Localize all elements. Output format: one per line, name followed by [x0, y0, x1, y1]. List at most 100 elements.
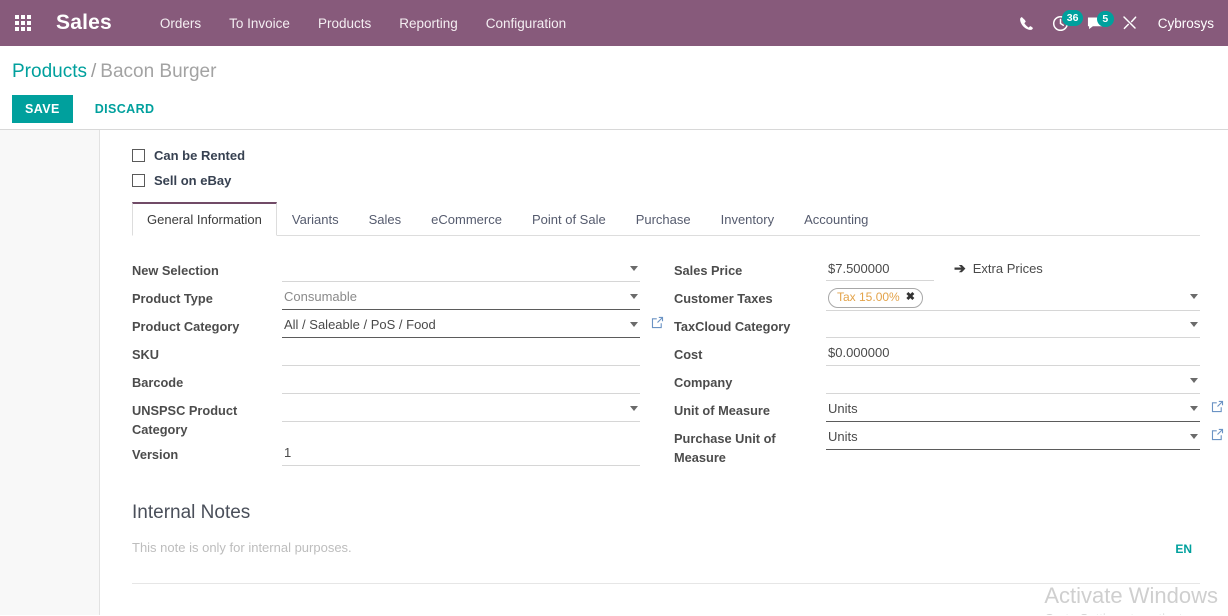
company-label: Company	[674, 368, 826, 393]
menu-item-orders[interactable]: Orders	[146, 10, 215, 37]
unit-of-measure-label: Unit of Measure	[674, 396, 826, 421]
field-row-new-selection: New Selection	[132, 256, 640, 283]
version-label: Version	[132, 440, 282, 465]
navbar-right-tools: 36 5 Cybrosys	[1019, 0, 1214, 46]
sales-price-input[interactable]: $7.500000	[826, 256, 934, 281]
messages-count-badge: 5	[1097, 11, 1114, 28]
menu-item-reporting[interactable]: Reporting	[385, 10, 472, 37]
field-row-company: Company	[674, 368, 1200, 395]
internal-notes-title: Internal Notes	[132, 502, 1200, 524]
chevron-down-icon[interactable]	[630, 406, 638, 411]
product-category-external-link-icon[interactable]	[651, 316, 664, 329]
activity-count-badge: 36	[1062, 10, 1084, 27]
tab-point-of-sale[interactable]: Point of Sale	[517, 202, 621, 236]
product-category-value: All / Saleable / PoS / Food	[284, 316, 436, 334]
save-button[interactable]: SAVE	[12, 95, 73, 123]
sku-input[interactable]	[282, 340, 640, 366]
field-row-barcode: Barcode	[132, 368, 640, 395]
tab-ecommerce[interactable]: eCommerce	[416, 202, 517, 236]
sales-price-value: $7.500000	[828, 261, 889, 276]
barcode-input[interactable]	[282, 368, 640, 394]
purchase-unit-of-measure-input[interactable]: Units	[826, 424, 1200, 450]
tax-tag-label: Tax 15.00%	[837, 290, 900, 305]
sell-on-ebay-checkbox[interactable]	[132, 174, 145, 187]
checkbox-row-can-be-rented[interactable]: Can be Rented	[132, 148, 1200, 163]
menu-item-products[interactable]: Products	[304, 10, 385, 37]
field-row-product-type: Product Type Consumable	[132, 284, 640, 311]
page-body: Can be Rented Sell on eBay General Infor…	[0, 130, 1228, 615]
tab-sales[interactable]: Sales	[354, 202, 417, 236]
phone-icon[interactable]	[1019, 16, 1034, 31]
tab-purchase[interactable]: Purchase	[621, 202, 706, 236]
tax-tag[interactable]: Tax 15.00% ✖	[828, 288, 923, 308]
wrench-tools-icon[interactable]	[1122, 15, 1138, 31]
customer-taxes-input[interactable]: Tax 15.00% ✖	[826, 284, 1200, 311]
cost-label: Cost	[674, 340, 826, 365]
can-be-rented-label: Can be Rented	[154, 148, 245, 163]
sales-price-label: Sales Price	[674, 256, 826, 281]
tax-tag-remove-icon[interactable]: ✖	[906, 290, 915, 305]
tab-inventory[interactable]: Inventory	[706, 202, 789, 236]
company-input[interactable]	[826, 368, 1200, 394]
field-row-product-category: Product Category All / Saleable / PoS / …	[132, 312, 640, 339]
field-row-sales-price: Sales Price $7.500000 ➔ Extra Prices	[674, 256, 1200, 283]
discard-button[interactable]: DISCARD	[82, 95, 168, 123]
top-navbar: Sales Orders To Invoice Products Reporti…	[0, 0, 1228, 46]
chevron-down-icon[interactable]	[1190, 434, 1198, 439]
user-menu[interactable]: Cybrosys	[1158, 16, 1214, 31]
field-row-taxcloud-category: TaxCloud Category	[674, 312, 1200, 339]
menu-item-configuration[interactable]: Configuration	[472, 10, 580, 37]
chat-bubble-icon[interactable]: 5	[1087, 16, 1104, 31]
breadcrumb-products-link[interactable]: Products	[12, 61, 87, 82]
field-row-cost: Cost $0.000000	[674, 340, 1200, 367]
tab-accounting[interactable]: Accounting	[789, 202, 883, 236]
unit-of-measure-input[interactable]: Units	[826, 396, 1200, 422]
field-row-unspsc-product-category: UNSPSC Product Category	[132, 396, 640, 439]
chevron-down-icon[interactable]	[1190, 322, 1198, 327]
form-column-right: Sales Price $7.500000 ➔ Extra Prices	[666, 256, 1200, 468]
chevron-down-icon[interactable]	[630, 294, 638, 299]
field-row-sku: SKU	[132, 340, 640, 367]
extra-prices-link[interactable]: ➔ Extra Prices	[954, 256, 1043, 277]
product-type-select[interactable]: Consumable	[282, 284, 640, 310]
unspsc-label: UNSPSC Product Category	[132, 396, 282, 439]
product-category-input[interactable]: All / Saleable / PoS / Food	[282, 312, 640, 338]
new-selection-input[interactable]	[282, 256, 640, 282]
main-menu: Orders To Invoice Products Reporting Con…	[146, 10, 580, 37]
notes-divider	[132, 583, 1200, 584]
field-row-unit-of-measure: Unit of Measure Units	[674, 396, 1200, 423]
tab-general-information[interactable]: General Information	[132, 202, 277, 236]
chevron-down-icon[interactable]	[1190, 406, 1198, 411]
unspsc-input[interactable]	[282, 396, 640, 422]
language-badge-en[interactable]: EN	[1175, 542, 1192, 556]
internal-notes-textarea[interactable]: This note is only for internal purposes.	[132, 540, 1200, 555]
barcode-label: Barcode	[132, 368, 282, 393]
breadcrumb: Products/Bacon Burger	[0, 62, 1228, 81]
version-input[interactable]: 1	[282, 440, 640, 466]
menu-item-to-invoice[interactable]: To Invoice	[215, 10, 304, 37]
can-be-rented-checkbox[interactable]	[132, 149, 145, 162]
taxcloud-category-input[interactable]	[826, 312, 1200, 338]
product-type-value: Consumable	[284, 288, 357, 306]
cost-input[interactable]: $0.000000	[826, 340, 1200, 366]
chevron-down-icon[interactable]	[1190, 378, 1198, 383]
checkbox-row-sell-on-ebay[interactable]: Sell on eBay	[132, 173, 1200, 188]
sku-label: SKU	[132, 340, 282, 365]
form-notebook-tabs: General Information Variants Sales eComm…	[132, 202, 1200, 236]
tab-variants[interactable]: Variants	[277, 202, 354, 236]
unit-of-measure-external-link-icon[interactable]	[1211, 400, 1224, 413]
watermark-subtitle: Go to Settings to activate	[1044, 609, 1218, 615]
form-column-left: New Selection Product Type Consumable	[132, 256, 666, 468]
activity-clock-icon[interactable]: 36	[1052, 15, 1069, 32]
field-row-customer-taxes: Customer Taxes Tax 15.00% ✖	[674, 284, 1200, 311]
apps-grid-icon[interactable]	[0, 0, 46, 46]
chevron-down-icon[interactable]	[630, 266, 638, 271]
customer-taxes-label: Customer Taxes	[674, 284, 826, 309]
chevron-down-icon[interactable]	[630, 322, 638, 327]
purchase-unit-of-measure-external-link-icon[interactable]	[1211, 428, 1224, 441]
product-category-label: Product Category	[132, 312, 282, 337]
app-brand-sales[interactable]: Sales	[56, 11, 112, 35]
field-row-purchase-unit-of-measure: Purchase Unit of Measure Units	[674, 424, 1200, 467]
field-row-version: Version 1	[132, 440, 640, 467]
chevron-down-icon[interactable]	[1190, 294, 1198, 299]
